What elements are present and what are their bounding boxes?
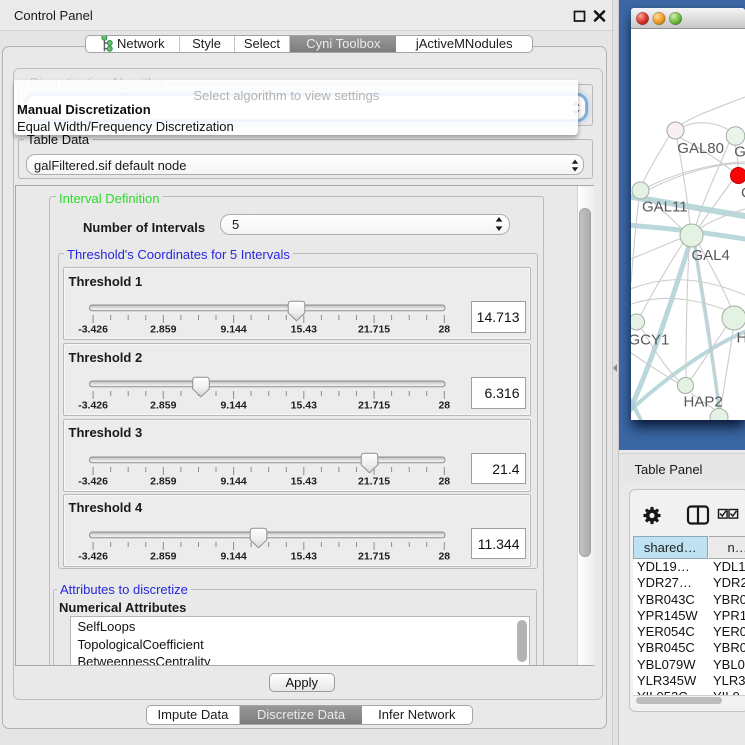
- svg-text:GA: GA: [734, 143, 745, 160]
- svg-text:2.859: 2.859: [150, 400, 176, 412]
- svg-text:28: 28: [438, 550, 450, 562]
- svg-text:-3.426: -3.426: [78, 550, 108, 562]
- svg-text:21.715: 21.715: [358, 400, 390, 412]
- svg-text:15.43: 15.43: [290, 400, 316, 412]
- svg-text:21.715: 21.715: [358, 324, 390, 336]
- svg-text:CA: CA: [741, 184, 745, 201]
- svg-text:9.144: 9.144: [220, 400, 246, 412]
- svg-text:21.715: 21.715: [358, 475, 390, 487]
- svg-text:HAP2: HAP2: [683, 393, 722, 410]
- svg-text:GAL11: GAL11: [642, 198, 688, 215]
- svg-text:15.43: 15.43: [290, 475, 316, 487]
- svg-text:-3.426: -3.426: [78, 324, 108, 336]
- svg-text:9.144: 9.144: [220, 550, 246, 562]
- svg-text:21.715: 21.715: [358, 550, 390, 562]
- svg-text:-3.426: -3.426: [78, 475, 108, 487]
- svg-text:28: 28: [438, 475, 450, 487]
- svg-text:28: 28: [438, 324, 450, 336]
- svg-text:GAL4: GAL4: [691, 247, 729, 264]
- svg-text:GCY1: GCY1: [631, 331, 669, 348]
- svg-text:9.144: 9.144: [220, 324, 246, 336]
- svg-text:15.43: 15.43: [290, 324, 316, 336]
- svg-text:-3.426: -3.426: [78, 400, 108, 412]
- svg-text:2.859: 2.859: [150, 550, 176, 562]
- svg-text:GAL80: GAL80: [677, 139, 724, 156]
- svg-text:15.43: 15.43: [290, 550, 316, 562]
- svg-text:9.144: 9.144: [220, 475, 246, 487]
- svg-text:28: 28: [438, 400, 450, 412]
- svg-text:HI: HI: [736, 329, 745, 346]
- svg-text:2.859: 2.859: [150, 324, 176, 336]
- svg-text:2.859: 2.859: [150, 475, 176, 487]
